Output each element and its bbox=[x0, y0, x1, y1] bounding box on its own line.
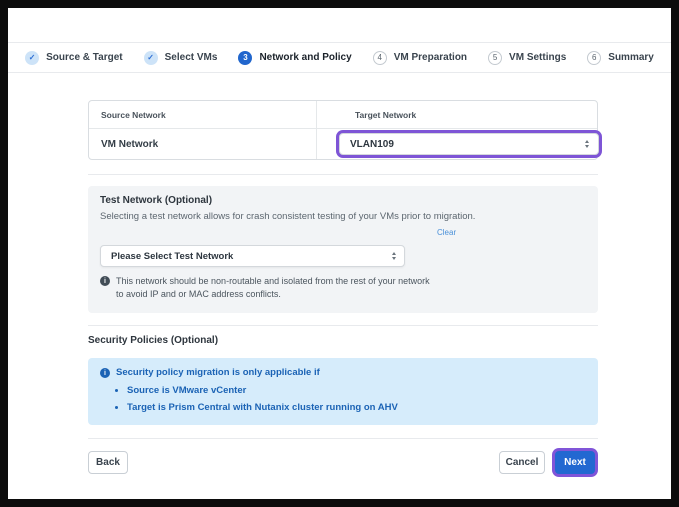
step-label: Summary bbox=[608, 52, 654, 63]
security-policies-info-box: i Security policy migration is only appl… bbox=[88, 358, 598, 425]
step-label: Network and Policy bbox=[259, 52, 351, 63]
security-policies-info-title: Security policy migration is only applic… bbox=[116, 367, 320, 378]
column-header-source-network: Source Network bbox=[89, 101, 316, 128]
step-number-badge: 3 bbox=[238, 51, 252, 65]
step-source-and-target[interactable]: ✓ Source & Target bbox=[25, 51, 123, 65]
check-icon: ✓ bbox=[144, 51, 158, 65]
security-policies-bullet-list: Source is VMware vCenter Target is Prism… bbox=[127, 382, 586, 416]
step-number-badge: 4 bbox=[373, 51, 387, 65]
test-network-note: i This network should be non-routable an… bbox=[100, 275, 586, 301]
column-header-target-network: Target Network bbox=[316, 101, 597, 128]
section-divider bbox=[88, 438, 598, 439]
app-window: ✓ Source & Target ✓ Select VMs 3 Network… bbox=[0, 0, 679, 507]
step-network-and-policy[interactable]: 3 Network and Policy bbox=[238, 51, 351, 65]
clear-link[interactable]: Clear bbox=[437, 228, 456, 237]
bullet-item: Source is VMware vCenter bbox=[127, 382, 586, 399]
step-label: Select VMs bbox=[165, 52, 218, 63]
wizard-footer: Back Cancel Next bbox=[88, 451, 598, 474]
step-select-vms[interactable]: ✓ Select VMs bbox=[144, 51, 218, 65]
section-divider bbox=[88, 325, 598, 326]
step-vm-settings[interactable]: 5 VM Settings bbox=[488, 51, 566, 65]
info-icon: i bbox=[100, 276, 110, 286]
target-network-cell: VLAN109 bbox=[316, 129, 597, 159]
step-summary[interactable]: 6 Summary bbox=[587, 51, 654, 65]
source-network-value: VM Network bbox=[89, 129, 316, 159]
wizard-stepper: ✓ Source & Target ✓ Select VMs 3 Network… bbox=[8, 42, 671, 73]
test-network-description: Selecting a test network allows for cras… bbox=[100, 211, 586, 222]
test-network-title: Test Network (Optional) bbox=[100, 195, 586, 206]
test-network-note-text: This network should be non-routable and … bbox=[116, 275, 430, 301]
section-divider bbox=[88, 174, 598, 175]
step-number-badge: 5 bbox=[488, 51, 502, 65]
step-vm-preparation[interactable]: 4 VM Preparation bbox=[373, 51, 467, 65]
step-number-badge: 6 bbox=[587, 51, 601, 65]
select-arrows-icon bbox=[392, 252, 396, 260]
step-label: VM Preparation bbox=[394, 52, 467, 63]
test-network-section: Test Network (Optional) Selecting a test… bbox=[88, 186, 598, 313]
target-network-select[interactable]: VLAN109 bbox=[339, 133, 599, 155]
bullet-item: Target is Prism Central with Nutanix clu… bbox=[127, 399, 586, 416]
test-network-select-value: Please Select Test Network bbox=[111, 251, 233, 262]
check-icon: ✓ bbox=[25, 51, 39, 65]
select-arrows-icon bbox=[585, 140, 589, 148]
step-label: VM Settings bbox=[509, 52, 566, 63]
table-header-row: Source Network Target Network bbox=[89, 101, 597, 129]
next-button[interactable]: Next bbox=[555, 451, 595, 474]
security-policies-title: Security Policies (Optional) bbox=[88, 335, 598, 346]
step-label: Source & Target bbox=[46, 52, 123, 63]
table-row: VM Network VLAN109 bbox=[89, 129, 597, 159]
info-icon: i bbox=[100, 368, 110, 378]
network-mapping-table: Source Network Target Network VM Network… bbox=[88, 100, 598, 160]
back-button[interactable]: Back bbox=[88, 451, 128, 474]
target-network-selected-value: VLAN109 bbox=[350, 139, 394, 150]
cancel-button[interactable]: Cancel bbox=[499, 451, 545, 474]
test-network-select[interactable]: Please Select Test Network bbox=[100, 245, 405, 267]
main-content: Source Network Target Network VM Network… bbox=[88, 100, 598, 474]
